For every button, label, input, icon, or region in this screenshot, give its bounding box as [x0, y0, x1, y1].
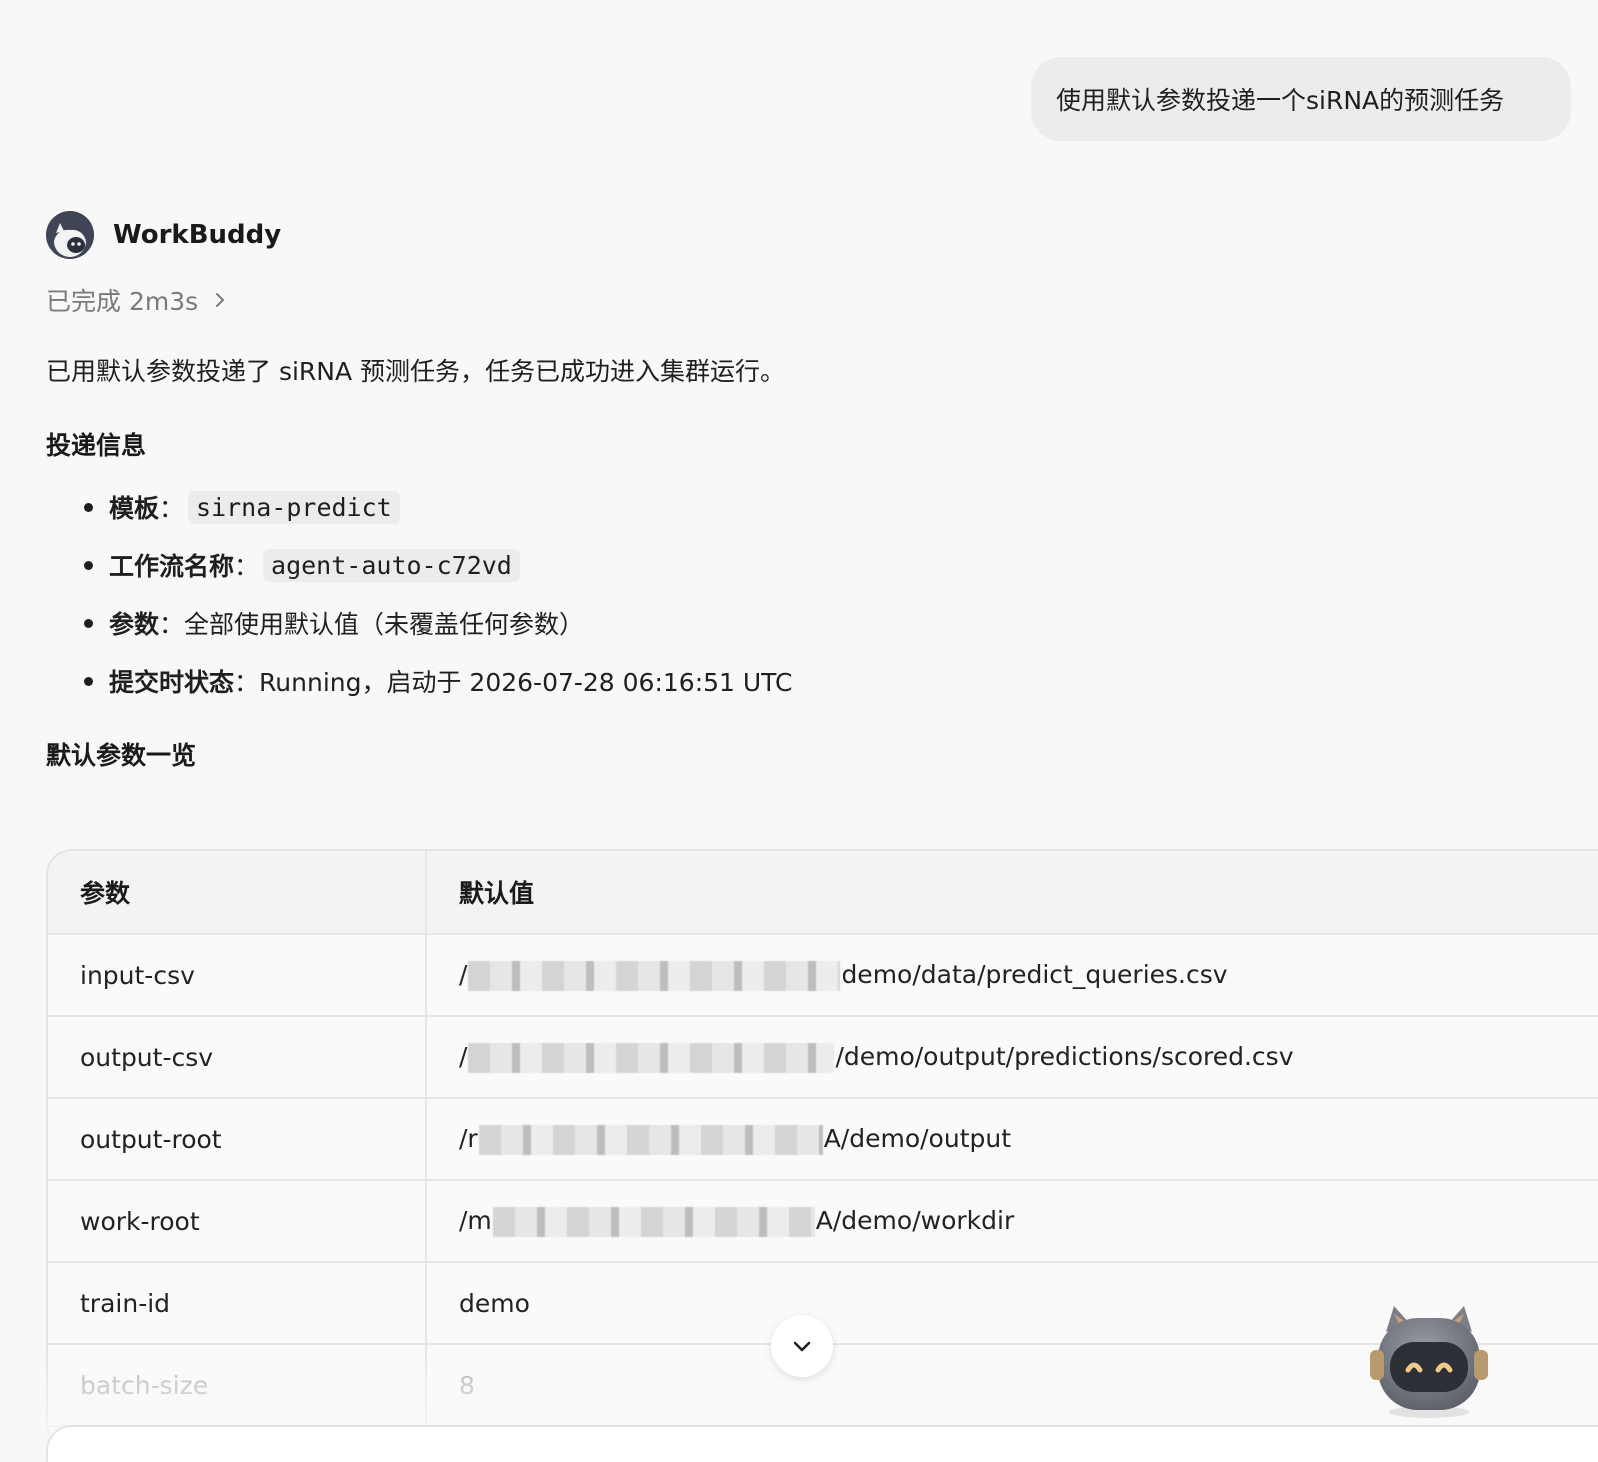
item-value: 全部使用默认值（未覆盖任何参数） [184, 610, 585, 639]
item-key: 提交时状态 [109, 668, 235, 697]
item-key: 工作流名称 [109, 552, 235, 581]
param-name: batch-size [48, 1344, 427, 1427]
item-sep: ： [234, 668, 260, 697]
param-value: /r A/demo/output [426, 1098, 1598, 1181]
params-heading: 默认参数一览 [46, 741, 197, 770]
composer-box[interactable] [46, 1425, 1598, 1462]
bullet-dot [84, 619, 93, 628]
param-value: / demo/data/predict_queries.csv [426, 934, 1598, 1017]
header-default: 默认值 [426, 851, 1598, 935]
chevron-right-icon [216, 293, 225, 307]
bullet-dot [84, 503, 93, 512]
item-sep: ： [159, 494, 185, 523]
list-item: 模板： sirna-predict [80, 478, 792, 536]
list-item: 提交时状态： Running，启动于 2026-07-28 06:16:51 UT… [80, 652, 792, 710]
header-param: 参数 [48, 851, 427, 935]
item-value: Running，启动于 2026-07-28 06:16:51 UTC [259, 668, 793, 697]
scroll-to-bottom-button[interactable] [771, 1315, 833, 1377]
user-message-text: 使用默认参数投递一个siRNA的预测任务 [1056, 86, 1505, 115]
path-suffix: /demo/output/predictions/scored.csv [835, 1041, 1294, 1071]
table-row: work-root /m A/demo/workdir [48, 1180, 1598, 1263]
submit-info-list: 模板： sirna-predict 工作流名称： agent-auto-c72vd … [80, 478, 792, 710]
param-value: / /demo/output/predictions/scored.csv [426, 1016, 1598, 1099]
chat-page: 使用默认参数投递一个siRNA的预测任务 WorkBuddy 已完成 2m3s … [0, 0, 1598, 1462]
param-name: work-root [48, 1180, 427, 1263]
completion-status-text: 已完成 2m3s [46, 287, 199, 316]
agent-name: WorkBuddy [113, 220, 282, 250]
workflow-name-code: agent-auto-c72vd [263, 548, 520, 582]
bullet-dot [84, 677, 93, 686]
table-row: output-csv / /demo/output/predictions/sco… [48, 1016, 1598, 1099]
user-message-bubble: 使用默认参数投递一个siRNA的预测任务 [1031, 57, 1571, 141]
param-name: input-csv [48, 934, 427, 1017]
redacted-block [468, 960, 841, 991]
path-prefix: /r [459, 1123, 478, 1153]
agent-summary: 已用默认参数投递了 siRNA 预测任务，任务已成功进入集群运行。 [46, 357, 786, 386]
template-code: sirna-predict [188, 490, 400, 524]
table-header-row: 参数 默认值 [48, 851, 1598, 935]
redacted-block [492, 1206, 815, 1237]
robot-cat-icon[interactable] [1364, 1300, 1494, 1420]
path-prefix: / [459, 959, 468, 989]
table-row: output-root /r A/demo/output [48, 1098, 1598, 1181]
param-name: output-root [48, 1098, 427, 1181]
item-key: 模板 [109, 494, 160, 523]
path-suffix: demo/data/predict_queries.csv [841, 959, 1228, 989]
submit-info-heading: 投递信息 [46, 431, 147, 460]
redacted-block [468, 1042, 835, 1073]
path-prefix: / [459, 1041, 468, 1071]
completion-status-toggle[interactable]: 已完成 2m3s [46, 282, 228, 318]
path-suffix: A/demo/workdir [815, 1205, 1015, 1235]
param-name: train-id [48, 1262, 427, 1345]
item-sep: ： [234, 552, 260, 581]
item-key: 参数 [109, 610, 160, 639]
redacted-block [478, 1124, 823, 1155]
list-item: 工作流名称： agent-auto-c72vd [80, 536, 792, 594]
chevron-down-icon [793, 1341, 811, 1352]
param-name: output-csv [48, 1016, 427, 1099]
path-suffix: A/demo/output [823, 1123, 1012, 1153]
list-item: 参数：全部使用默认值（未覆盖任何参数） [80, 594, 792, 652]
path-prefix: /m [459, 1205, 492, 1235]
item-sep: ： [159, 610, 185, 639]
table-row: input-csv / demo/data/predict_queries.csv [48, 934, 1598, 1017]
param-value: /m A/demo/workdir [426, 1180, 1598, 1263]
bullet-dot [84, 561, 93, 570]
workbuddy-avatar-icon [46, 211, 94, 259]
agent-header: WorkBuddy [46, 211, 281, 259]
